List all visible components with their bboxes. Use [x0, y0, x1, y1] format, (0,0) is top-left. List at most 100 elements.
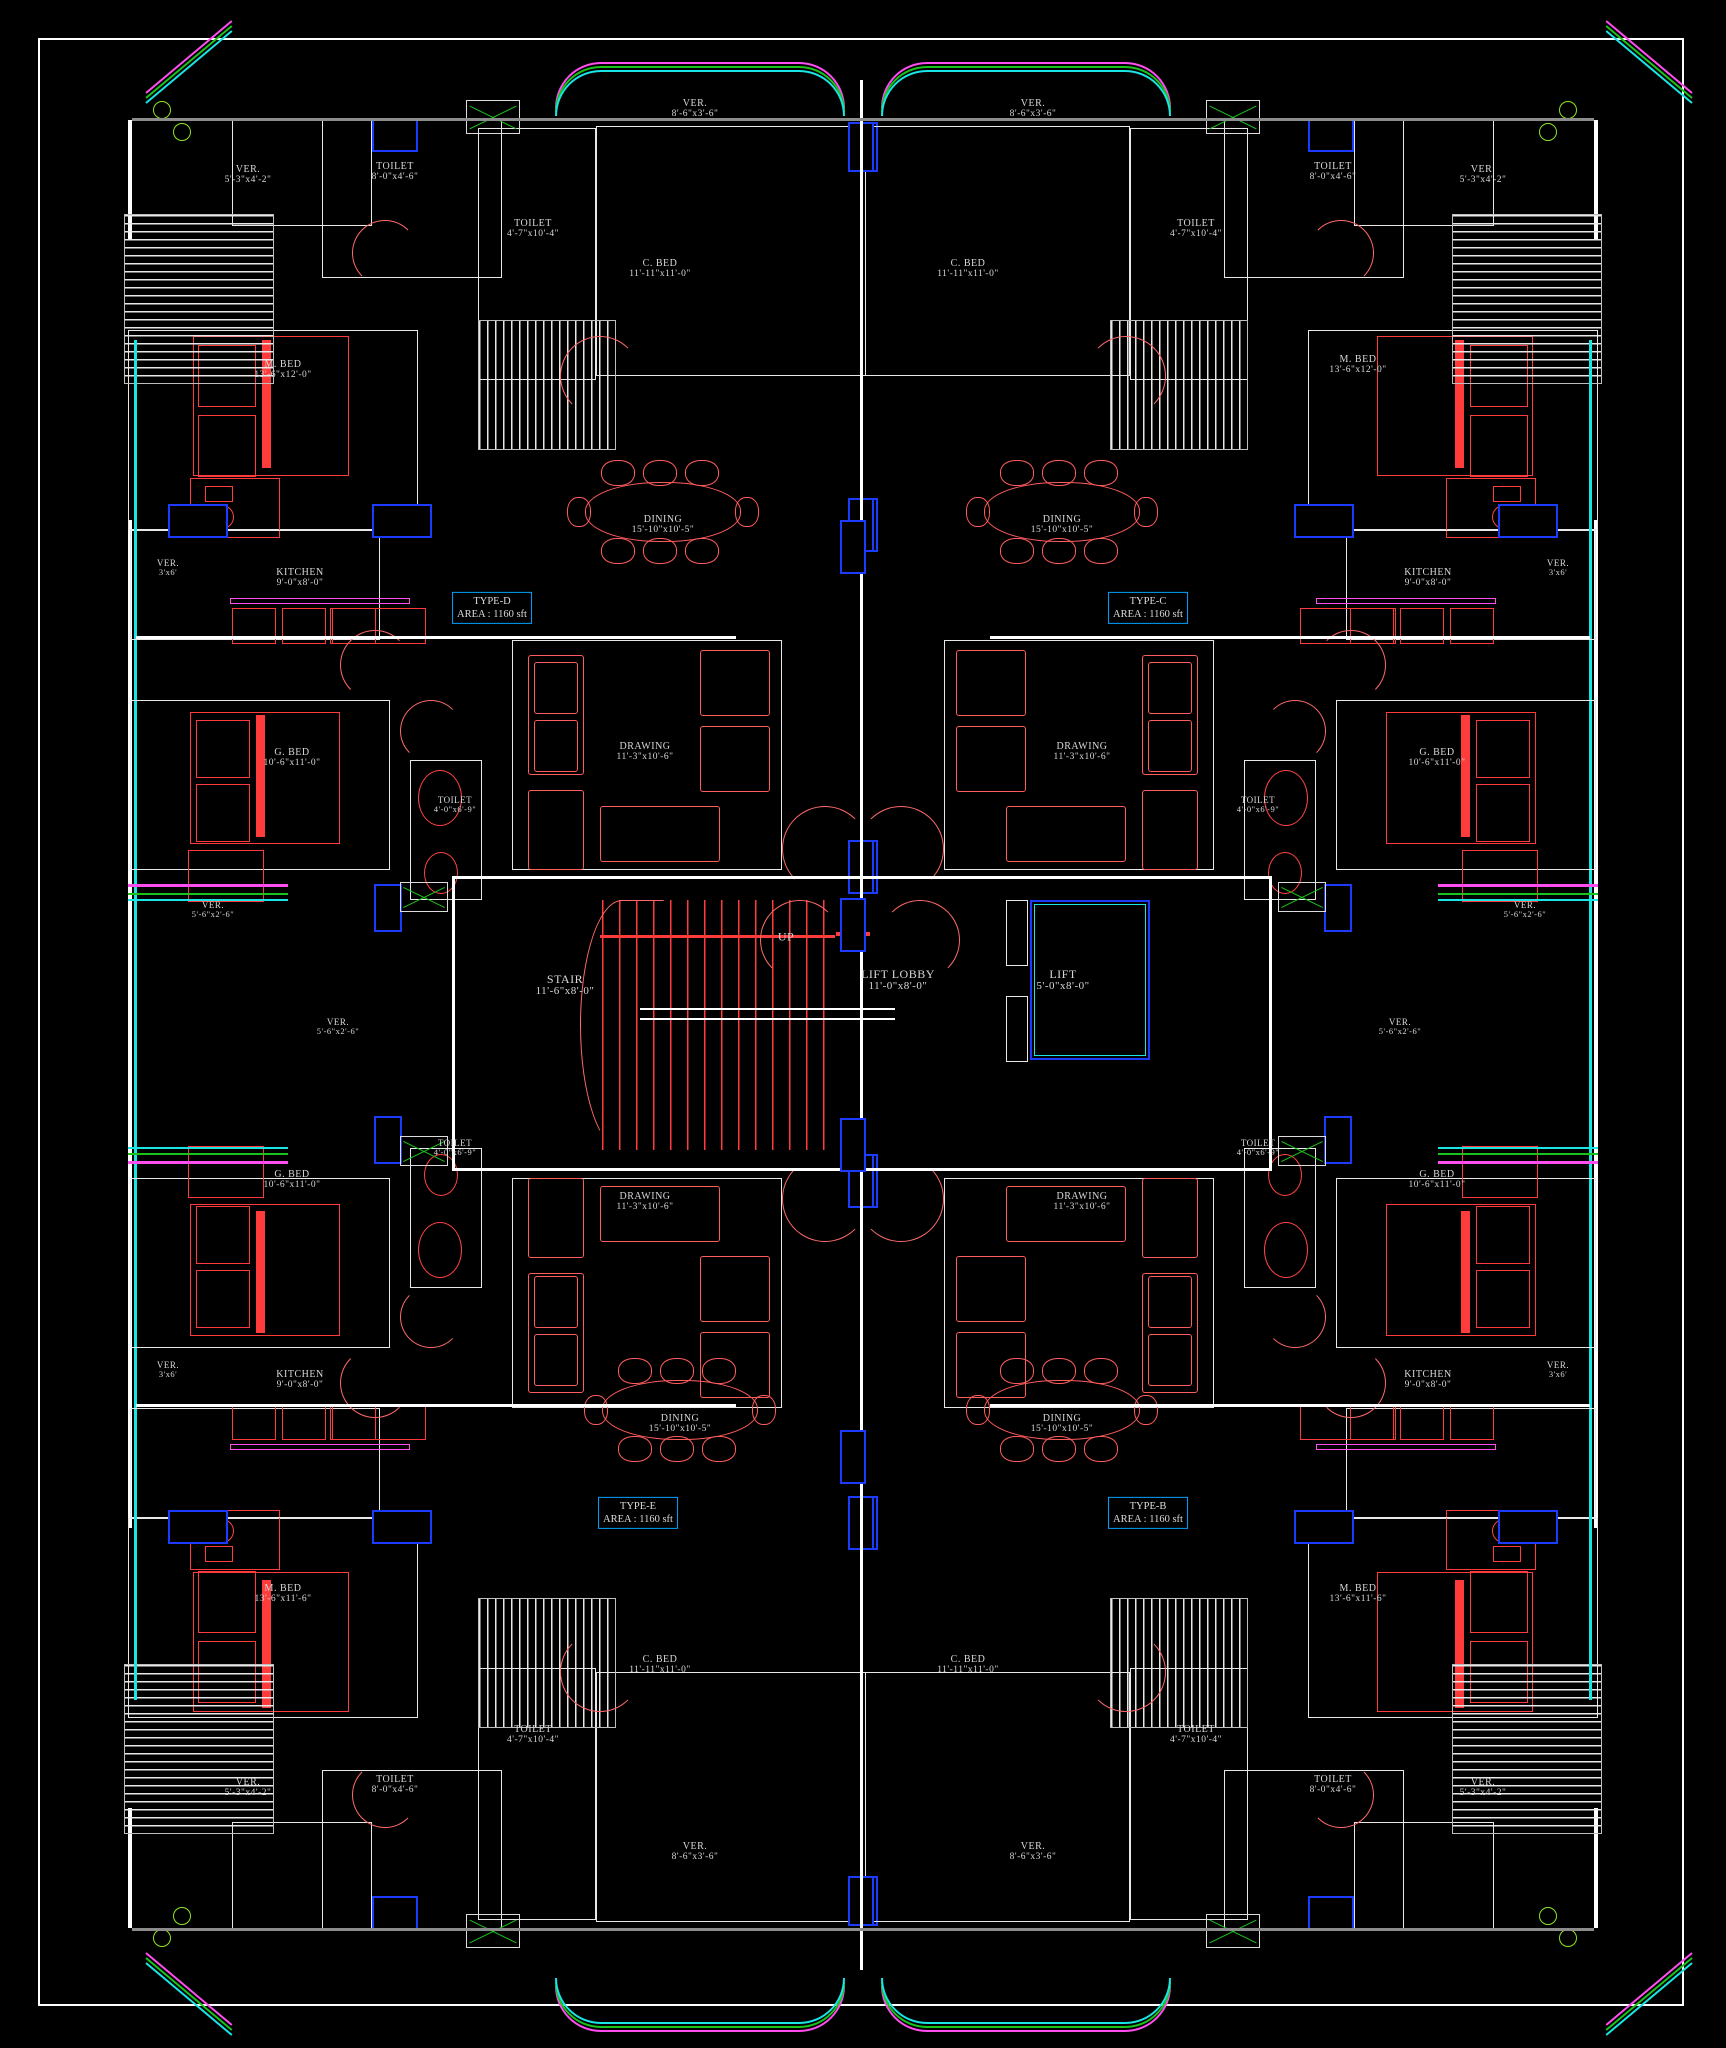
sofa-bottom — [600, 806, 720, 862]
guest-mattress-a — [196, 1270, 250, 1328]
dining-chair — [1084, 538, 1118, 564]
central-axis-wall — [860, 80, 863, 1970]
counter-line — [1316, 1444, 1496, 1450]
window — [168, 1510, 228, 1544]
door-swing — [1316, 1348, 1386, 1418]
veranda-rail — [1438, 899, 1598, 901]
door-swing — [340, 1348, 410, 1418]
door-swing — [352, 220, 418, 286]
dining-chair — [1134, 1395, 1158, 1425]
burner-unit — [232, 1404, 276, 1440]
glazing-strip-3 — [1589, 1500, 1592, 1700]
sofa-lower — [528, 790, 584, 870]
window — [372, 118, 418, 152]
axis-window-2 — [840, 1118, 866, 1172]
door-swing — [400, 700, 462, 762]
armchair-2 — [956, 726, 1026, 792]
door-swing — [400, 1286, 462, 1348]
partition-wall-2 — [136, 1404, 736, 1407]
door-swing — [1308, 220, 1374, 286]
unit-type: TYPE-B — [1129, 1500, 1167, 1512]
unit-type: TYPE-E — [619, 1500, 657, 1512]
dining-chair — [735, 497, 759, 527]
child-bedroom-wall — [860, 1672, 1130, 1922]
door-swing — [560, 336, 640, 416]
grille-window — [466, 1914, 520, 1948]
door-swing — [858, 806, 944, 892]
dining-chair — [584, 1395, 608, 1425]
dining-chair — [685, 460, 719, 486]
dining-chair — [1000, 1358, 1034, 1384]
sofa-bottom — [600, 1186, 720, 1242]
door-swing — [560, 1632, 640, 1712]
guest-headboard — [1461, 715, 1470, 837]
door-swing — [352, 1762, 418, 1828]
dining-chair — [618, 1436, 652, 1462]
veranda-rail — [1438, 893, 1598, 895]
core-wall-left — [452, 876, 455, 1171]
grille-window — [1278, 882, 1326, 912]
sofa-lower — [1142, 790, 1198, 870]
burner-unit — [1450, 1404, 1494, 1440]
lift-door-frame-2 — [1006, 996, 1028, 1062]
armchair — [956, 650, 1026, 716]
dining-chair — [618, 1358, 652, 1384]
veranda-rail — [128, 884, 288, 887]
grille-window — [1206, 1914, 1260, 1948]
child-bedroom-wall — [596, 1672, 866, 1922]
lift-door-frame — [1006, 900, 1028, 966]
veranda-rail — [1438, 1147, 1598, 1149]
unit-type-tag-type-c: TYPE-C AREA : 1160 sft — [1108, 591, 1188, 625]
lobby-door-swing — [880, 900, 960, 980]
sofa-cushion-a — [534, 1334, 578, 1386]
mattress-b — [198, 415, 256, 477]
washbasin-icon — [418, 1222, 462, 1278]
door-swing — [340, 630, 410, 700]
counter-line — [1316, 598, 1496, 604]
window — [372, 1510, 432, 1544]
veranda-rail — [1438, 1161, 1598, 1164]
dining-chair — [1042, 460, 1076, 486]
guest-mattress-b — [1476, 1206, 1530, 1264]
sofa-cushion-a — [1148, 662, 1192, 714]
guest-headboard — [256, 715, 265, 837]
sofa-cushion-b — [1148, 720, 1192, 772]
guest-mattress-b — [1476, 784, 1530, 842]
sofa-cushion-b — [534, 1276, 578, 1328]
lobby-door-swing — [760, 900, 840, 980]
guest-headboard — [1461, 1211, 1470, 1333]
sofa-cushion-b — [534, 720, 578, 772]
dining-chair — [1084, 460, 1118, 486]
planter-icon — [173, 1907, 191, 1925]
mattress-b — [198, 1571, 256, 1633]
window — [1308, 1896, 1354, 1930]
mattress-b — [1470, 1571, 1528, 1633]
window — [372, 504, 432, 538]
lamp — [205, 1546, 233, 1562]
sofa-lower — [1142, 1178, 1198, 1258]
stair-flight — [1452, 1664, 1602, 1834]
grille-window — [466, 100, 520, 134]
window — [1324, 884, 1352, 932]
partition-wall-3 — [990, 1404, 1590, 1407]
armchair-2 — [700, 1256, 770, 1322]
partition-wall-0 — [136, 636, 736, 639]
child-bedroom-wall — [860, 126, 1130, 376]
planter-icon — [1559, 101, 1577, 119]
lamp — [1493, 486, 1521, 502]
dining-chair — [752, 1395, 776, 1425]
dining-chair — [1084, 1436, 1118, 1462]
planter-icon — [153, 1929, 171, 1947]
dining-chair — [643, 460, 677, 486]
window — [374, 884, 402, 932]
guest-mattress-a — [1476, 1270, 1530, 1328]
window — [1498, 1510, 1558, 1544]
armchair-2 — [700, 726, 770, 792]
veranda-rail — [1438, 1153, 1598, 1155]
dining-table — [984, 482, 1140, 542]
stair-landing-arc — [580, 900, 664, 1150]
sofa-cushion-a — [1148, 1334, 1192, 1386]
sofa-lower — [528, 1178, 584, 1258]
window — [1308, 118, 1354, 152]
unit-area: AREA : 1160 sft — [1113, 1514, 1183, 1525]
